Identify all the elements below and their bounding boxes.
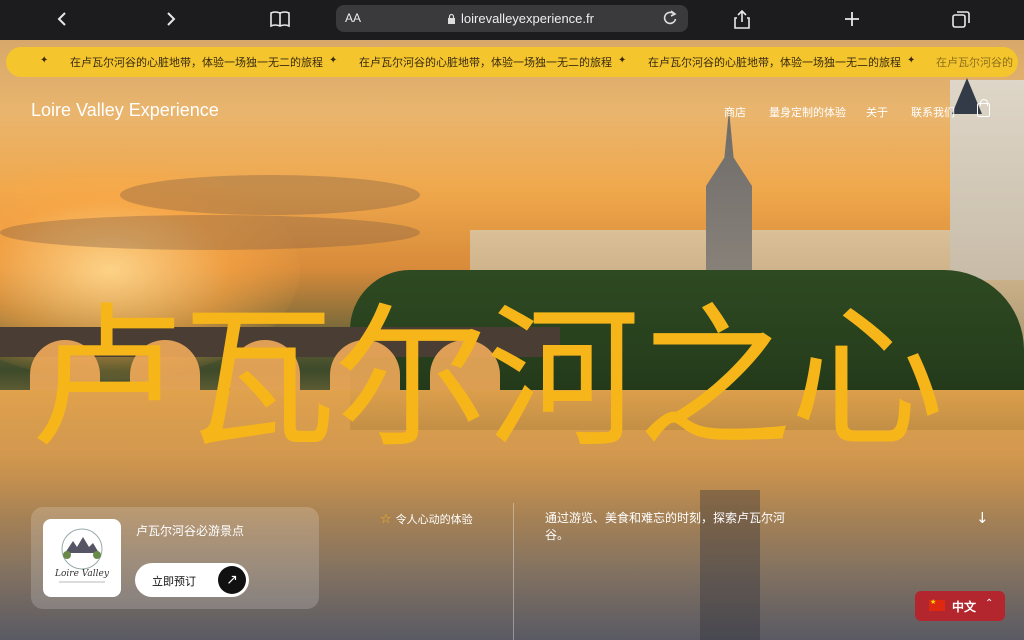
- share-icon: [734, 9, 750, 29]
- sparkle-icon: ✦: [329, 55, 338, 66]
- ticker-text: 在卢瓦尔河谷的心脏地带，体验一场独一无二的旅程: [359, 56, 612, 69]
- book-now-label: 立即预订: [152, 575, 196, 588]
- nav-shop[interactable]: 商店: [724, 104, 746, 120]
- text-size-button[interactable]: AA: [345, 11, 361, 25]
- card-title: 卢瓦尔河谷必游景点: [136, 524, 245, 538]
- experience-tag: ☆ 令人心动的体验: [380, 511, 473, 527]
- ticker-text: 在卢瓦尔河谷的心脏地带，体验一场独一无二的旅程: [70, 56, 323, 69]
- chevron-right-icon: [167, 12, 176, 26]
- sparkle-icon: ✦: [907, 55, 916, 66]
- sparkle-icon: ✦: [618, 55, 627, 66]
- book-icon: [270, 11, 290, 28]
- tabs-button[interactable]: [946, 6, 976, 32]
- arrow-down-icon[interactable]: ↓: [976, 509, 989, 527]
- language-label: 中文: [952, 600, 977, 614]
- brand-logo-badge: Loire Valley: [43, 519, 121, 597]
- cloud: [0, 215, 420, 250]
- arrow-up-right-icon: ↗: [218, 566, 246, 594]
- lock-icon: [448, 13, 455, 24]
- share-button[interactable]: [727, 6, 757, 32]
- reload-icon[interactable]: [662, 9, 678, 27]
- hero-section: ✦ 在卢瓦尔河谷的心脏地带，体验一场独一无二的旅程 ✦ 在卢瓦尔河谷的心脏地带，…: [0, 40, 1024, 640]
- sparkle-icon: ✦: [40, 55, 49, 66]
- new-tab-button[interactable]: [837, 6, 867, 32]
- shopping-bag-icon[interactable]: [977, 99, 990, 117]
- divider: [513, 503, 514, 640]
- nav-contact[interactable]: 联系我们: [911, 104, 955, 120]
- brand-logo[interactable]: Loire Valley Experience: [31, 100, 219, 121]
- experience-tag-label: 令人心动的体验: [395, 513, 473, 526]
- hero-description: 通过游览、美食和难忘的时刻，探索卢瓦尔河谷。: [545, 511, 786, 542]
- back-button[interactable]: [47, 6, 77, 32]
- ticker-text: 在卢瓦尔河谷的心脏地带，体验一场独一无二的旅程: [648, 56, 901, 69]
- loire-valley-logo-icon: Loire Valley: [54, 528, 110, 583]
- ticker-text: 在卢瓦尔河谷的: [936, 56, 1013, 69]
- chevron-up-icon: ⌃: [985, 598, 994, 609]
- svg-text:Loire Valley: Loire Valley: [54, 569, 110, 579]
- star-icon: ☆: [380, 511, 392, 527]
- plus-icon: [845, 12, 859, 26]
- forward-button[interactable]: [156, 6, 186, 32]
- chevron-left-icon: [57, 12, 66, 26]
- url-text: loirevalleyexperience.fr: [461, 11, 594, 26]
- announcement-ticker: ✦ 在卢瓦尔河谷的心脏地带，体验一场独一无二的旅程 ✦ 在卢瓦尔河谷的心脏地带，…: [6, 47, 1018, 77]
- tabs-icon: [952, 11, 970, 28]
- url-display: loirevalleyexperience.fr: [447, 11, 594, 26]
- nav-tailored-experiences[interactable]: 量身定制的体验: [769, 104, 846, 120]
- china-flag-icon: [929, 598, 945, 611]
- nav-about[interactable]: 关于: [866, 104, 888, 120]
- reader-button[interactable]: [265, 6, 295, 32]
- address-bar[interactable]: AA loirevalleyexperience.fr: [336, 5, 688, 32]
- browser-toolbar: AA loirevalleyexperience.fr: [0, 0, 1024, 40]
- language-selector[interactable]: 中文 ⌃: [915, 591, 1005, 621]
- hero-headline: 卢瓦尔河之心: [30, 290, 944, 469]
- book-now-button[interactable]: 立即预订 ↗: [135, 563, 249, 597]
- cloud: [120, 175, 420, 215]
